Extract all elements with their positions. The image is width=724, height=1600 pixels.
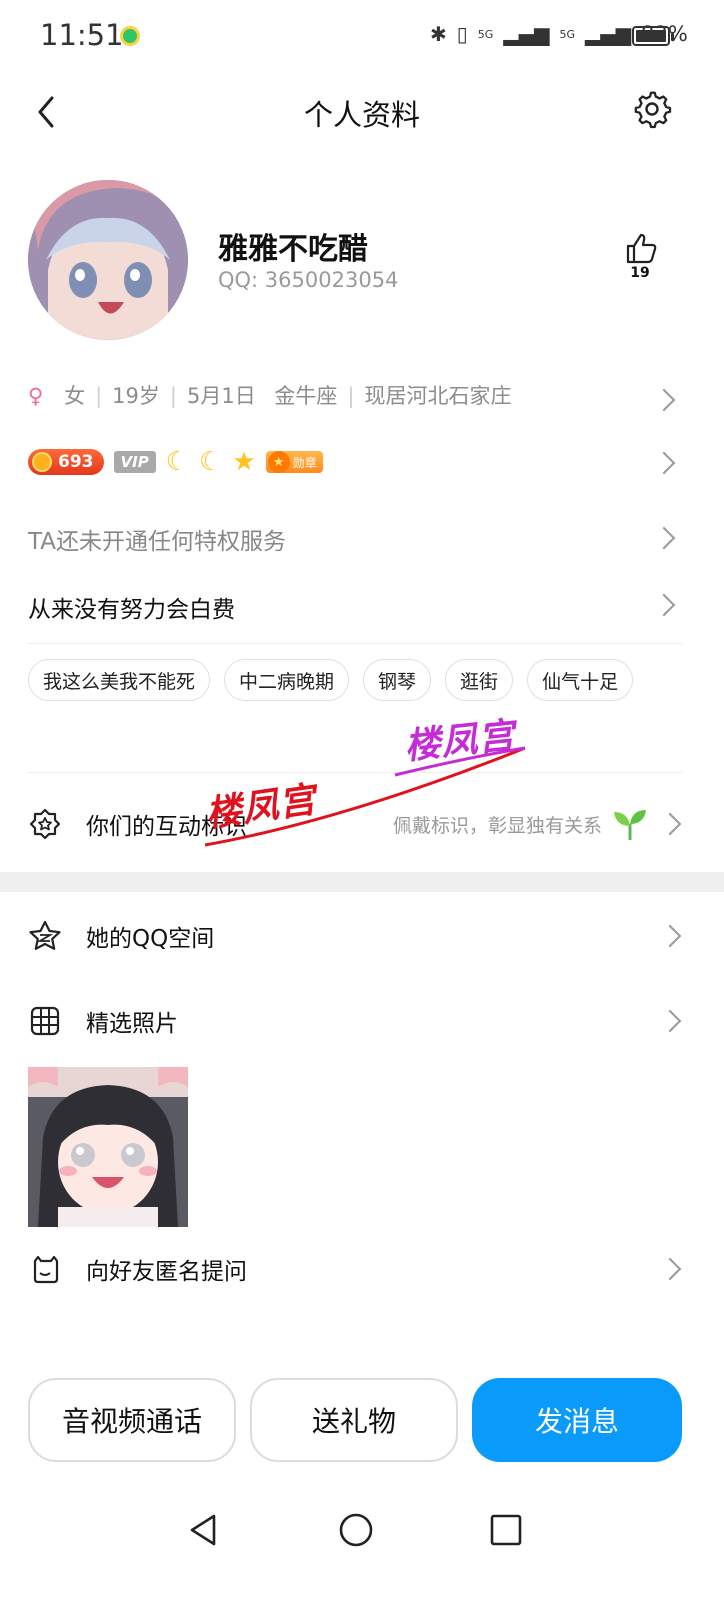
- app-notification-icon: [120, 26, 140, 46]
- featured-photo[interactable]: [28, 1067, 188, 1227]
- grid-icon: [28, 1004, 62, 1038]
- privilege-chevron-icon: [652, 526, 676, 550]
- signal-icon: ▂▄▆: [503, 22, 550, 46]
- vibrate-icon: ▯: [456, 22, 468, 46]
- location: 现居河北石家庄: [364, 384, 512, 408]
- tag[interactable]: 我这么美我不能死: [28, 659, 211, 701]
- badge-chevron-icon: [652, 451, 676, 475]
- section-separator: [0, 872, 724, 892]
- photos-label: 精选照片: [86, 1011, 178, 1037]
- medal-label: 勋章: [292, 455, 317, 470]
- signature-chevron-icon: [652, 593, 676, 617]
- like-count: 19: [630, 265, 650, 281]
- medal-badge: ★ 勋章: [265, 451, 323, 473]
- gender-icon: ♀: [28, 384, 44, 408]
- qq-number: QQ: 3650023054: [218, 268, 399, 292]
- tag-list: 我这么美我不能死 中二病晚期 钢琴 逛街 仙气十足: [28, 659, 688, 701]
- nav-home-button[interactable]: [336, 1510, 376, 1550]
- tag[interactable]: 中二病晚期: [224, 659, 350, 701]
- signal-5g-1: 5G: [477, 27, 494, 41]
- page-title: 个人资料: [303, 98, 420, 132]
- triangle-back-icon: [190, 1514, 216, 1546]
- interaction-chevron-icon: [658, 812, 682, 836]
- anonymous-question-label: 向好友匿名提问: [86, 1259, 247, 1285]
- birthday: 5月1日: [186, 384, 256, 408]
- level-value: 693: [58, 452, 94, 472]
- qzone-star-icon: [28, 919, 62, 953]
- star-icon: ★: [232, 447, 256, 477]
- vip-badge: VIP: [113, 451, 156, 473]
- level-badge: 693: [28, 449, 104, 475]
- status-time: 11:51: [40, 18, 124, 52]
- profile-name: 雅雅不吃醋: [218, 232, 368, 267]
- thumbs-up-icon: [626, 233, 657, 264]
- tag[interactable]: 钢琴: [363, 659, 432, 701]
- nav-recents-button[interactable]: [486, 1510, 526, 1550]
- badge-star-icon: [28, 807, 62, 841]
- basic-info[interactable]: ♀ 女 | 19岁 | 5月1日 金牛座 | 现居河北石家庄: [28, 380, 511, 410]
- medal-star-icon: ★: [267, 451, 290, 473]
- gear-icon: [634, 91, 672, 129]
- gender: 女: [64, 384, 86, 408]
- qzone-chevron-icon: [658, 924, 682, 948]
- signature[interactable]: 从来没有努力会白费: [28, 590, 235, 624]
- bluetooth-icon: ✱: [430, 22, 447, 46]
- photos-row[interactable]: 精选照片: [28, 1001, 688, 1041]
- circle-home-icon: [339, 1513, 373, 1547]
- moon-icon: ☾: [165, 447, 189, 477]
- photo-illustration: [28, 1067, 188, 1227]
- signal-icon-2: ▂▄▆: [585, 22, 632, 46]
- divider: [28, 643, 682, 644]
- video-call-button[interactable]: 音视频通话: [28, 1378, 236, 1462]
- info-chevron-icon: [652, 388, 676, 412]
- ask-chevron-icon: [658, 1257, 682, 1281]
- signal-5g-2: 5G: [559, 27, 575, 41]
- zodiac: 金牛座: [274, 384, 338, 408]
- qzone-row[interactable]: 她的QQ空间: [28, 916, 688, 956]
- send-gift-button[interactable]: 送礼物: [250, 1378, 458, 1462]
- settings-button[interactable]: [632, 90, 672, 130]
- avatar[interactable]: [28, 180, 188, 340]
- photos-chevron-icon: [658, 1009, 682, 1033]
- avatar-illustration: [28, 180, 188, 340]
- tag[interactable]: 仙气十足: [527, 659, 634, 701]
- age: 19岁: [112, 384, 160, 408]
- send-message-button[interactable]: 发消息: [472, 1378, 682, 1462]
- sprout-icon: [612, 806, 648, 842]
- tag[interactable]: 逛街: [445, 659, 514, 701]
- battery-icon: [632, 26, 674, 46]
- mailbox-icon: [28, 1252, 62, 1286]
- status-bar: 11:51 ✱ ▯ 5G ▂▄▆ 5G ▂▄▆ 92%: [0, 0, 724, 72]
- nav-back-button[interactable]: [184, 1510, 224, 1550]
- anonymous-question-row[interactable]: 向好友匿名提问: [28, 1249, 688, 1289]
- square-recents-icon: [490, 1514, 522, 1546]
- qzone-label: 她的QQ空间: [86, 926, 215, 952]
- privilege-status[interactable]: TA还未开通任何特权服务: [28, 522, 286, 556]
- moon-icon: ☾: [199, 447, 223, 477]
- badge-row[interactable]: 693 VIP ☾ ☾ ★ ★ 勋章: [28, 447, 323, 477]
